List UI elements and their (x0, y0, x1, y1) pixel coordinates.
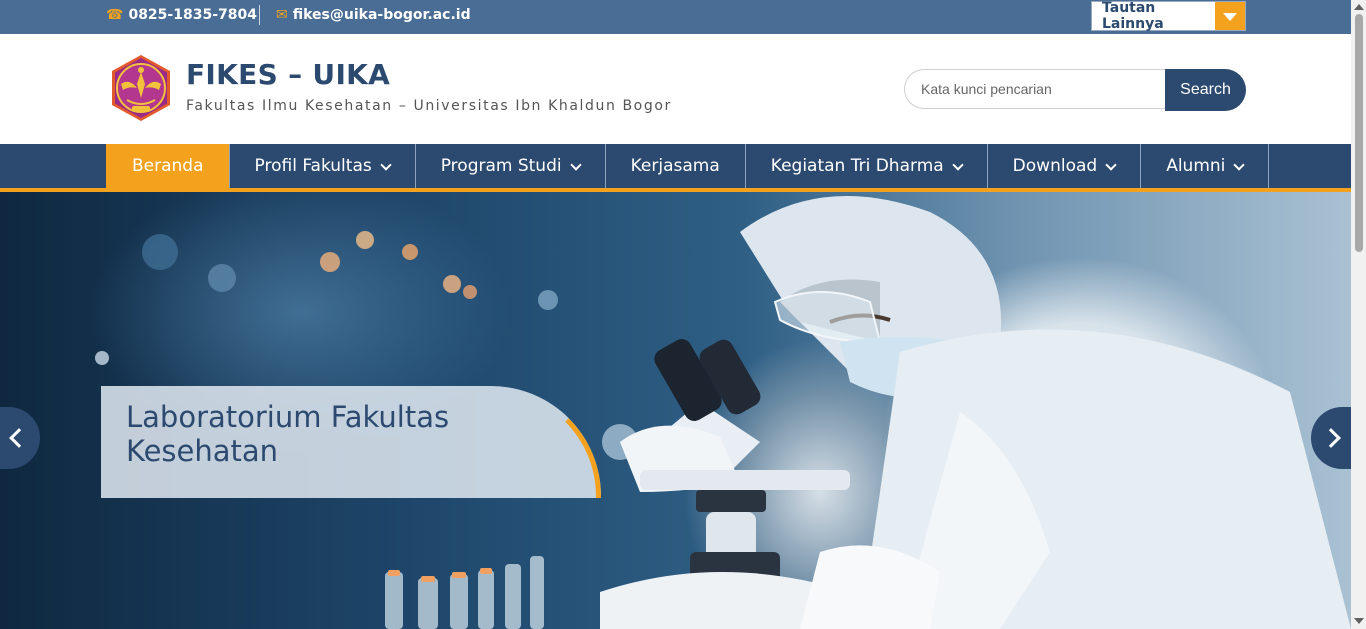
email-address: fikes@uika-bogor.ac.id (292, 7, 471, 23)
other-links-dropdown[interactable]: Tautan Lainnya (1091, 0, 1246, 32)
chevron-right-icon (1321, 428, 1341, 448)
nav-item-profil-fakultas[interactable]: Profil Fakultas (228, 144, 415, 188)
nav-item-label: Beranda (132, 156, 204, 176)
phone-number: 0825-1835-7804 (128, 7, 257, 23)
search-button[interactable]: Search (1165, 69, 1246, 111)
nav-item-program-studi[interactable]: Program Studi (414, 144, 605, 188)
chevron-down-icon (1233, 158, 1246, 171)
scroll-down-arrow-icon[interactable] (1354, 618, 1364, 624)
site-header: FIKES – UIKA Fakultas Ilmu Kesehatan – U… (0, 34, 1351, 144)
chevron-left-icon (9, 428, 29, 448)
other-links-label: Tautan Lainnya (1102, 0, 1164, 32)
site-tagline: Fakultas Ilmu Kesehatan – Universitas Ib… (186, 98, 672, 114)
caret-down-icon[interactable] (1215, 2, 1245, 30)
email-contact[interactable]: ✉ fikes@uika-bogor.ac.id (276, 0, 471, 30)
contact-divider (259, 5, 260, 25)
slide-caption-title: Laboratorium Fakultas Kesehatan (126, 400, 450, 468)
hero-slider: Laboratorium Fakultas Kesehatan (0, 192, 1351, 629)
main-navigation: Beranda Profil Fakultas Program Studi Ke… (0, 144, 1351, 192)
nav-item-label: Kerjasama (630, 156, 720, 176)
nav-item-alumni[interactable]: Alumni (1140, 144, 1270, 188)
scroll-up-arrow-icon[interactable] (1354, 4, 1364, 10)
chevron-down-icon (380, 158, 392, 171)
envelope-icon: ✉ (276, 7, 288, 23)
scrollbar-thumb[interactable] (1355, 14, 1363, 252)
page-scrollbar[interactable] (1351, 0, 1366, 629)
nav-item-download[interactable]: Download (986, 144, 1141, 188)
nav-item-kegiatan-tri-dharma[interactable]: Kegiatan Tri Dharma (744, 144, 987, 188)
university-seal-logo[interactable] (107, 54, 175, 122)
chevron-down-icon (569, 158, 582, 171)
nav-item-label: Profil Fakultas (254, 156, 372, 176)
nav-item-label: Alumni (1166, 156, 1226, 176)
nav-item-kerjasama[interactable]: Kerjasama (604, 144, 745, 188)
nav-item-label: Program Studi (440, 156, 562, 176)
top-bar: ☎ 0825-1835-7804 ✉ fikes@uika-bogor.ac.i… (0, 0, 1351, 34)
page: ☎ 0825-1835-7804 ✉ fikes@uika-bogor.ac.i… (0, 0, 1366, 629)
site-title[interactable]: FIKES – UIKA (186, 58, 390, 91)
search-form: Search (904, 69, 1246, 111)
search-input[interactable] (904, 69, 1166, 109)
phone-icon: ☎ (106, 7, 124, 23)
chevron-down-icon (1105, 158, 1117, 171)
nav-item-label: Kegiatan Tri Dharma (770, 156, 944, 176)
nav-item-beranda[interactable]: Beranda (106, 144, 229, 188)
nav-item-label: Download (1012, 156, 1098, 176)
phone-contact[interactable]: ☎ 0825-1835-7804 (106, 0, 257, 30)
chevron-down-icon (952, 158, 964, 171)
